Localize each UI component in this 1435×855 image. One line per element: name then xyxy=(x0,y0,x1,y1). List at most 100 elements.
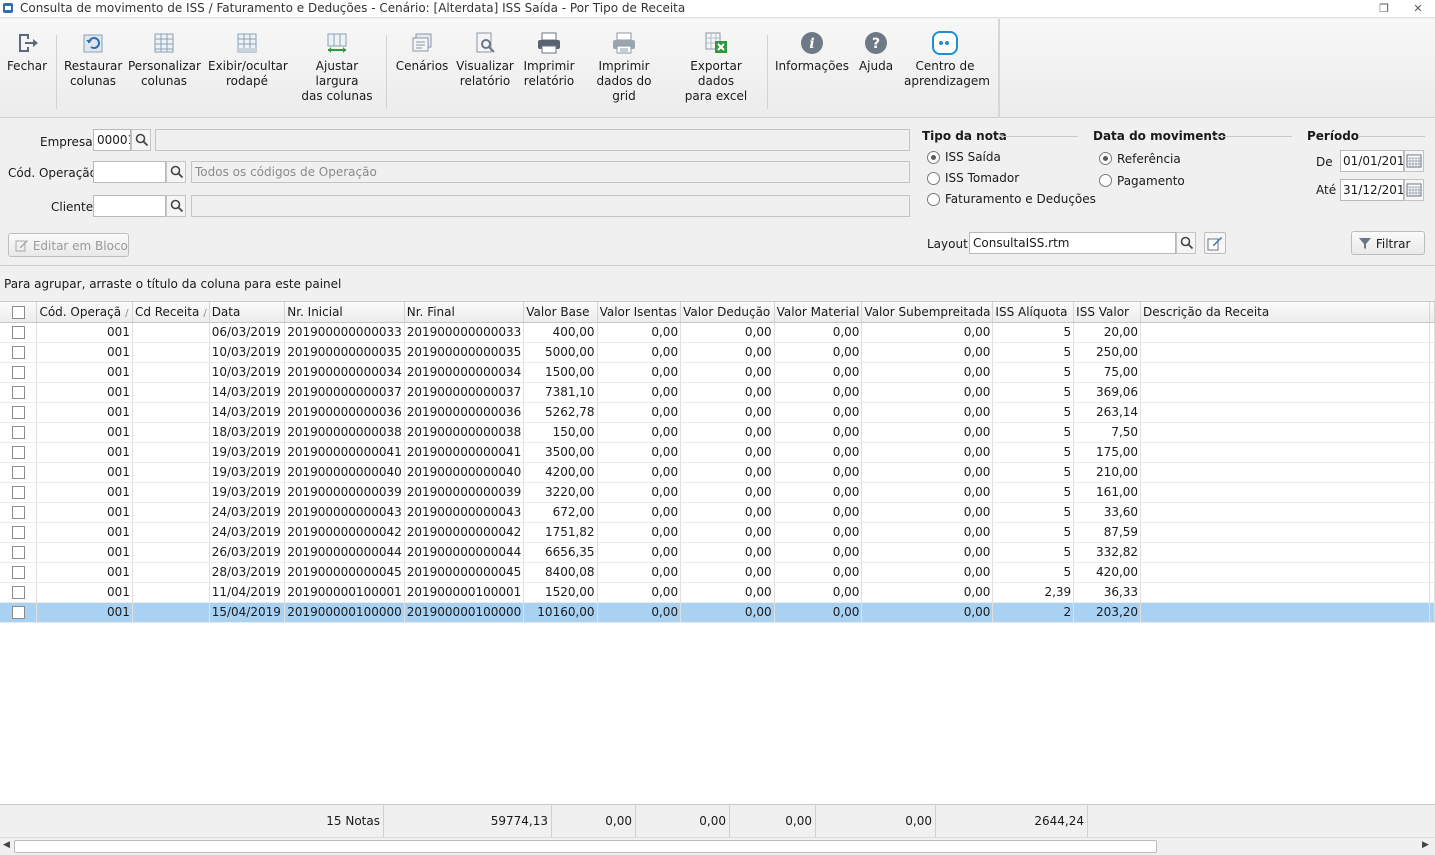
table-cell[interactable]: 201900000100001 xyxy=(284,582,405,603)
table-cell[interactable]: 400,00 xyxy=(523,322,598,343)
table-cell[interactable]: 001 xyxy=(36,602,133,623)
cliente-input[interactable] xyxy=(93,195,166,217)
table-cell[interactable] xyxy=(1140,422,1430,443)
table-cell[interactable]: 0,00 xyxy=(597,482,682,503)
table-cell[interactable]: 0,00 xyxy=(774,462,863,483)
col-header-cd-receita[interactable]: Cd Receita / xyxy=(132,302,210,323)
table-cell[interactable]: 201900000100000 xyxy=(404,602,525,623)
cliente-search-button[interactable] xyxy=(166,195,186,217)
table-cell[interactable]: 0,00 xyxy=(597,602,682,623)
table-row[interactable]: 001 28/03/2019 201900000000045 201900000000… xyxy=(0,562,1435,583)
table-cell[interactable]: 001 xyxy=(36,342,133,363)
table-cell[interactable]: 0,00 xyxy=(774,442,863,463)
row-checkbox-cell[interactable] xyxy=(0,522,38,543)
checkbox[interactable] xyxy=(11,326,25,339)
table-cell[interactable]: 0,00 xyxy=(680,422,775,443)
table-cell[interactable]: 0,00 xyxy=(680,462,775,483)
table-cell[interactable]: 0,00 xyxy=(774,522,863,543)
table-row[interactable]: 001 26/03/2019 201900000000044 201900000000… xyxy=(0,542,1435,563)
table-cell[interactable]: 0,00 xyxy=(774,482,863,503)
row-checkbox-cell[interactable] xyxy=(0,322,38,343)
table-cell[interactable]: 210,00 xyxy=(1073,462,1142,483)
table-cell[interactable] xyxy=(132,402,210,423)
table-cell[interactable]: 0,00 xyxy=(774,322,863,343)
checkbox[interactable] xyxy=(11,506,25,519)
table-cell[interactable]: 201900000000037 xyxy=(404,382,525,403)
exportar-excel-button[interactable]: Exportar dados para excel xyxy=(672,31,760,104)
table-cell[interactable]: 10/03/2019 xyxy=(209,342,286,363)
table-cell[interactable]: 0,00 xyxy=(774,402,863,423)
table-cell[interactable]: 0,00 xyxy=(680,362,775,383)
table-cell[interactable]: 24/03/2019 xyxy=(209,502,286,523)
table-cell[interactable]: 201900000100000 xyxy=(284,602,405,623)
table-cell[interactable]: 5 xyxy=(992,462,1075,483)
table-cell[interactable]: 0,00 xyxy=(861,582,994,603)
table-cell[interactable]: 0,00 xyxy=(680,402,775,423)
table-cell[interactable]: 201900000000036 xyxy=(284,402,405,423)
row-checkbox-cell[interactable] xyxy=(0,542,38,563)
table-cell[interactable]: 0,00 xyxy=(861,482,994,503)
table-row[interactable]: 001 19/03/2019 201900000000039 201900000000… xyxy=(0,482,1435,503)
row-checkbox-cell[interactable] xyxy=(0,342,38,363)
table-cell[interactable]: 201900000000044 xyxy=(284,542,405,563)
table-cell[interactable]: 201900000000043 xyxy=(404,502,525,523)
table-cell[interactable]: 0,00 xyxy=(680,602,775,623)
table-cell[interactable]: 0,00 xyxy=(680,322,775,343)
table-cell[interactable]: 10/03/2019 xyxy=(209,362,286,383)
table-cell[interactable] xyxy=(132,342,210,363)
table-cell[interactable]: 201900000000041 xyxy=(404,442,525,463)
de-date-input[interactable]: 01/01/2019 xyxy=(1340,150,1404,172)
table-cell[interactable]: 0,00 xyxy=(597,382,682,403)
table-cell[interactable]: 0,00 xyxy=(680,482,775,503)
checkbox[interactable] xyxy=(11,426,25,439)
table-cell[interactable]: 001 xyxy=(36,382,133,403)
table-cell[interactable]: 201900000000042 xyxy=(284,522,405,543)
table-cell[interactable]: 0,00 xyxy=(597,322,682,343)
table-cell[interactable]: 19/03/2019 xyxy=(209,462,286,483)
table-cell[interactable] xyxy=(132,502,210,523)
table-row[interactable]: 001 24/03/2019 201900000000042 201900000000… xyxy=(0,522,1435,543)
table-cell[interactable]: 5 xyxy=(992,502,1075,523)
table-cell[interactable]: 5 xyxy=(992,522,1075,543)
row-checkbox-cell[interactable] xyxy=(0,402,38,423)
table-row[interactable]: 001 19/03/2019 201900000000040 201900000000… xyxy=(0,462,1435,483)
table-row[interactable]: 001 18/03/2019 201900000000038 201900000000… xyxy=(0,422,1435,443)
table-cell[interactable]: 0,00 xyxy=(597,422,682,443)
table-cell[interactable] xyxy=(132,542,210,563)
col-header-valor-deducao[interactable]: Valor Dedução xyxy=(680,302,775,323)
table-cell[interactable]: 0,00 xyxy=(597,462,682,483)
col-header-valor-base[interactable]: Valor Base xyxy=(523,302,598,323)
table-cell[interactable] xyxy=(1140,402,1430,423)
table-cell[interactable]: 001 xyxy=(36,442,133,463)
table-cell[interactable]: 0,00 xyxy=(861,602,994,623)
table-cell[interactable]: 18/03/2019 xyxy=(209,422,286,443)
table-cell[interactable]: 7381,10 xyxy=(523,382,598,403)
table-cell[interactable]: 10160,00 xyxy=(523,602,598,623)
table-cell[interactable]: 5 xyxy=(992,322,1075,343)
row-checkbox-cell[interactable] xyxy=(0,482,38,503)
row-checkbox-cell[interactable] xyxy=(0,442,38,463)
table-cell[interactable]: 001 xyxy=(36,502,133,523)
table-cell[interactable]: 175,00 xyxy=(1073,442,1142,463)
table-cell[interactable]: 0,00 xyxy=(861,462,994,483)
table-cell[interactable]: 2 xyxy=(992,602,1075,623)
table-cell[interactable]: 75,00 xyxy=(1073,362,1142,383)
table-cell[interactable] xyxy=(132,362,210,383)
calendar-icon[interactable] xyxy=(1404,150,1424,172)
table-cell[interactable]: 33,60 xyxy=(1073,502,1142,523)
radio-pagamento[interactable] xyxy=(1099,174,1112,187)
ate-date-input[interactable]: 31/12/2019 xyxy=(1340,179,1404,201)
checkbox[interactable] xyxy=(11,606,25,619)
table-cell[interactable]: 5 xyxy=(992,402,1075,423)
table-cell[interactable] xyxy=(132,482,210,503)
table-cell[interactable] xyxy=(132,602,210,623)
table-cell[interactable]: 369,06 xyxy=(1073,382,1142,403)
row-checkbox-cell[interactable] xyxy=(0,582,38,603)
table-cell[interactable]: 0,00 xyxy=(774,582,863,603)
table-cell[interactable] xyxy=(1140,502,1430,523)
checkbox[interactable] xyxy=(11,566,25,579)
table-cell[interactable]: 0,00 xyxy=(861,522,994,543)
col-header-valor-subempreitada[interactable]: Valor Subempreitada xyxy=(861,302,994,323)
table-cell[interactable]: 5 xyxy=(992,562,1075,583)
col-header-iss-valor[interactable]: ISS Valor xyxy=(1073,302,1142,323)
